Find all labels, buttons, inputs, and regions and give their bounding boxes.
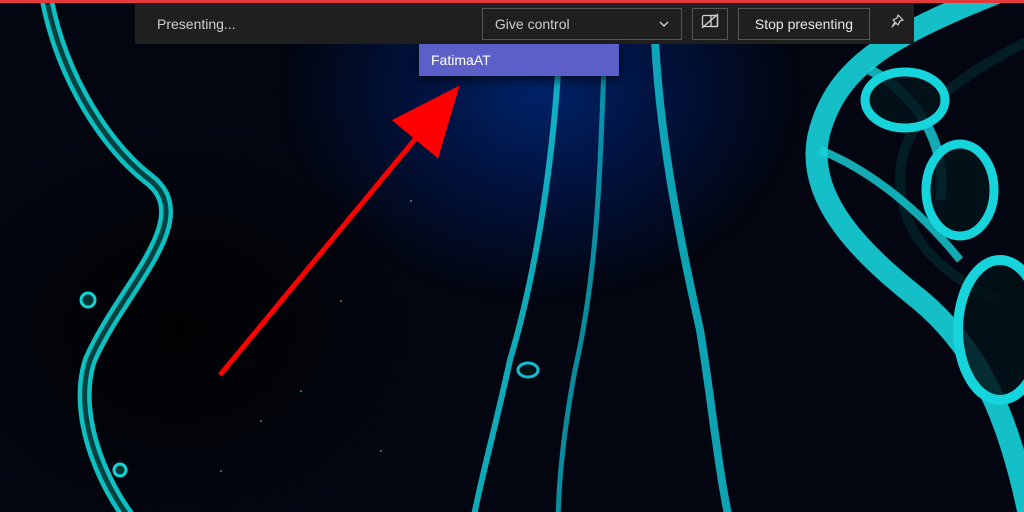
recording-border <box>0 0 1024 3</box>
stop-presenting-label: Stop presenting <box>755 16 853 32</box>
toggle-shared-content-button[interactable] <box>692 8 728 40</box>
pin-toolbar-button[interactable] <box>880 14 914 33</box>
presenting-status: Presenting... <box>135 16 236 32</box>
participant-name: FatimaAT <box>431 52 491 68</box>
desktop-wallpaper <box>0 0 1024 512</box>
hide-panel-icon <box>701 13 719 34</box>
presenting-toolbar: Presenting... Give control Stop presenti… <box>135 3 914 44</box>
give-control-dropdown[interactable]: Give control <box>482 8 682 40</box>
stop-presenting-button[interactable]: Stop presenting <box>738 8 870 40</box>
give-control-menu: FatimaAT <box>419 44 619 76</box>
pin-icon <box>890 14 904 33</box>
give-control-option[interactable]: FatimaAT <box>419 44 619 76</box>
give-control-label: Give control <box>495 16 659 32</box>
chevron-down-icon <box>659 19 669 29</box>
